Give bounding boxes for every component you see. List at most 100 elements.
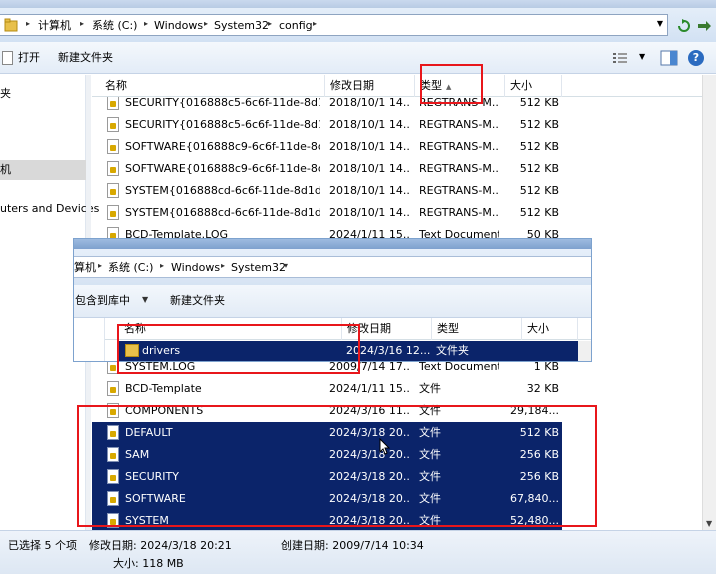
- overlay-column-type[interactable]: 类型: [432, 318, 522, 340]
- help-icon[interactable]: ?: [688, 50, 704, 66]
- overlay-scrollbar[interactable]: [578, 341, 591, 361]
- chevron-down-icon[interactable]: ▾: [284, 261, 288, 270]
- annotation-box-drivers: [117, 324, 360, 374]
- breadcrumb-drive[interactable]: 系统 (C:): [92, 18, 137, 34]
- file-size: 512 KB: [519, 140, 559, 153]
- chevron-down-icon[interactable]: ▼: [639, 52, 645, 61]
- file-size: 512 KB: [519, 206, 559, 219]
- nav-item-devices[interactable]: uters and Devices: [0, 202, 99, 216]
- file-icon: [107, 205, 119, 220]
- chevron-right-icon[interactable]: ▸: [268, 19, 272, 28]
- file-size: 512 KB: [519, 118, 559, 131]
- column-size[interactable]: 大小: [505, 75, 562, 97]
- file-icon: [107, 97, 119, 110]
- lock-icon: [110, 145, 116, 151]
- overlay-new-folder-button[interactable]: 新建文件夹: [170, 294, 225, 308]
- file-type: REGTRANS-M...: [419, 162, 499, 175]
- file-date: 2018/10/1 14...: [329, 184, 409, 197]
- overlay-breadcrumb-drive[interactable]: 系统 (C:): [108, 260, 153, 276]
- file-name: SOFTWARE{016888c9-6c6f-11de-8d...: [125, 162, 320, 175]
- file-row[interactable]: SOFTWARE{016888c9-6c6f-11de-8d... 2018/10…: [92, 136, 562, 158]
- include-in-library-button[interactable]: 包含到库中: [75, 294, 130, 308]
- file-name: SECURITY{016888c5-6c6f-11de-8d1...: [125, 97, 320, 109]
- new-folder-button[interactable]: 新建文件夹: [58, 51, 113, 65]
- chevron-right-icon[interactable]: ▸: [160, 261, 164, 270]
- overlay-breadcrumb-system32[interactable]: System32: [231, 260, 286, 276]
- lock-icon: [110, 167, 116, 173]
- file-icon: [107, 161, 119, 176]
- address-box[interactable]: ▸ 计算机 ▸ 系统 (C:) ▸ Windows ▸ System32 ▸ c…: [0, 14, 668, 36]
- file-size: 32 KB: [526, 382, 559, 395]
- overlay-breadcrumb-computer[interactable]: 算机: [74, 260, 96, 276]
- breadcrumb-config[interactable]: config: [279, 18, 313, 34]
- overlay-address-bar: 算机 ▸ 系统 (C:) ▸ Windows ▸ System32 ▾: [74, 249, 591, 285]
- file-icon: [107, 381, 119, 396]
- file-type: REGTRANS-M...: [419, 206, 499, 219]
- file-type: REGTRANS-M...: [419, 118, 499, 131]
- file-row[interactable]: SYSTEM{016888cd-6c6f-11de-8d1d-... 2018/1…: [92, 180, 562, 202]
- file-name: SECURITY{016888c5-6c6f-11de-8d1...: [125, 118, 320, 131]
- file-date: 2018/10/1 14...: [329, 162, 409, 175]
- file-type: 文件: [419, 382, 441, 395]
- nav-item-selected[interactable]: 机: [0, 160, 86, 180]
- overlay-row-type: 文件夹: [436, 344, 469, 357]
- file-size: 512 KB: [519, 184, 559, 197]
- status-bar: 已选择 5 个项 修改日期: 2024/3/18 20:21 创建日期: 200…: [0, 530, 716, 574]
- file-icon: [107, 183, 119, 198]
- overlay-title-bar[interactable]: [74, 239, 591, 249]
- file-size: 512 KB: [519, 97, 559, 109]
- chevron-right-icon[interactable]: ▸: [26, 19, 30, 28]
- file-name: SYSTEM{016888cd-6c6f-11de-8d1d-...: [125, 206, 320, 219]
- file-date: 2018/10/1 14...: [329, 97, 409, 109]
- annotation-box-selected-files: [77, 405, 597, 527]
- chevron-right-icon[interactable]: ▸: [80, 19, 84, 28]
- open-button[interactable]: 打开: [18, 51, 40, 65]
- chevron-right-icon[interactable]: ▸: [144, 19, 148, 28]
- chevron-right-icon[interactable]: ▸: [204, 19, 208, 28]
- file-date: 2018/10/1 14...: [329, 118, 409, 131]
- refresh-icon[interactable]: [676, 19, 692, 33]
- views-icon[interactable]: [612, 51, 628, 65]
- chevron-right-icon[interactable]: ▸: [313, 19, 317, 28]
- file-row[interactable]: BCD-Template 2024/1/11 15... 文件 32 KB: [92, 378, 562, 400]
- lock-icon: [110, 211, 116, 217]
- nav-item-folder[interactable]: 夹: [0, 87, 11, 101]
- chevron-right-icon[interactable]: ▸: [221, 261, 225, 270]
- file-type: REGTRANS-M...: [419, 140, 499, 153]
- file-row[interactable]: SOFTWARE{016888c9-6c6f-11de-8d... 2018/10…: [92, 158, 562, 180]
- scroll-down-icon[interactable]: ▼: [706, 519, 712, 528]
- breadcrumb-computer[interactable]: 计算机: [38, 18, 71, 34]
- preview-pane-icon[interactable]: [660, 50, 678, 66]
- vertical-scrollbar[interactable]: ▼: [702, 75, 716, 530]
- file-row[interactable]: SYSTEM{016888cd-6c6f-11de-8d1d-... 2018/1…: [92, 202, 562, 224]
- lock-icon: [110, 123, 116, 129]
- file-name: SOFTWARE{016888c9-6c6f-11de-8d...: [125, 140, 320, 153]
- refresh-arrow-icon[interactable]: [696, 19, 712, 33]
- annotation-box-type-column: [420, 64, 483, 104]
- overlay-breadcrumb-windows[interactable]: Windows: [171, 260, 220, 276]
- lock-icon: [110, 365, 116, 371]
- overlay-address-box[interactable]: 算机 ▸ 系统 (C:) ▸ Windows ▸ System32 ▾: [74, 256, 591, 278]
- chevron-down-icon[interactable]: ▼: [657, 19, 663, 28]
- breadcrumb-system32[interactable]: System32: [214, 18, 269, 34]
- file-date: 2024/1/11 15...: [329, 382, 409, 395]
- file-row[interactable]: SECURITY{016888c5-6c6f-11de-8d1... 2018/1…: [92, 114, 562, 136]
- file-icon: [2, 51, 13, 65]
- column-header: 名称 修改日期 类型 ▲ 大小: [92, 75, 702, 97]
- lock-icon: [110, 387, 116, 393]
- file-row[interactable]: SECURITY{016888c5-6c6f-11de-8d1... 2018/1…: [92, 97, 562, 114]
- file-type: REGTRANS-M...: [419, 184, 499, 197]
- column-name[interactable]: 名称: [100, 75, 325, 97]
- folder-icon: [4, 18, 18, 32]
- window-title-strip: [0, 0, 716, 8]
- overlay-toolbar: 包含到库中 ▼ 新建文件夹: [74, 285, 591, 318]
- chevron-down-icon[interactable]: ▼: [142, 295, 148, 304]
- file-date: 2018/10/1 14...: [329, 206, 409, 219]
- overlay-column-size[interactable]: 大小: [522, 318, 578, 340]
- file-icon: [107, 117, 119, 132]
- overlay-navigation-pane: [74, 318, 105, 361]
- chevron-right-icon[interactable]: ▸: [98, 261, 102, 270]
- breadcrumb-windows[interactable]: Windows: [154, 18, 203, 34]
- column-date[interactable]: 修改日期: [325, 75, 415, 97]
- file-size: 512 KB: [519, 162, 559, 175]
